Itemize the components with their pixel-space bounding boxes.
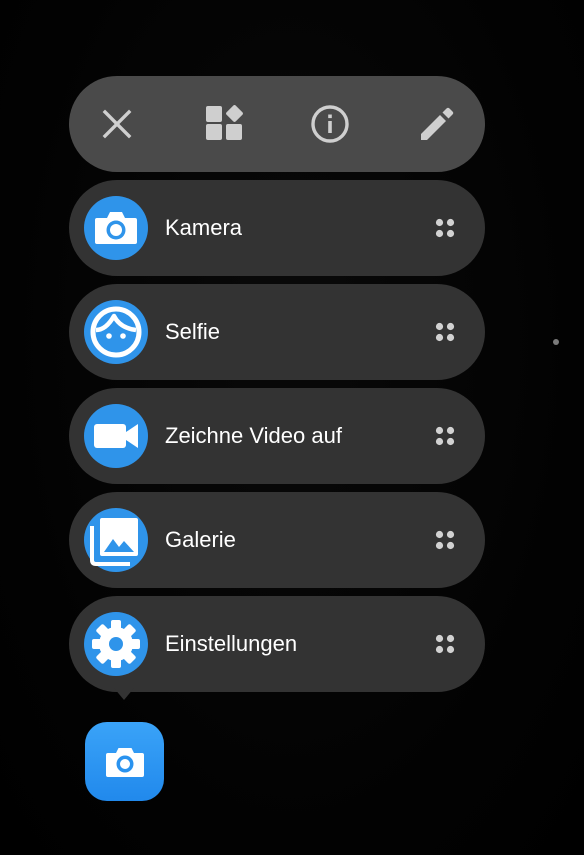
shortcut-item-selfie[interactable]: Selfie bbox=[69, 284, 485, 380]
widgets-icon bbox=[205, 105, 243, 140]
video-camera-icon bbox=[84, 404, 148, 468]
gallery-icon bbox=[84, 508, 148, 572]
camera-app-icon[interactable] bbox=[85, 722, 164, 801]
drag-handle-icon[interactable] bbox=[433, 528, 457, 552]
camera-icon bbox=[84, 196, 148, 260]
shortcut-label: Einstellungen bbox=[165, 631, 298, 656]
edit-pencil-icon bbox=[420, 107, 454, 140]
shortcut-menu-toolbar bbox=[69, 76, 485, 172]
close-icon bbox=[102, 109, 132, 139]
shortcut-item-einstellungen[interactable]: Einstellungen bbox=[69, 596, 485, 692]
info-icon bbox=[311, 105, 350, 143]
settings-gear-icon bbox=[84, 612, 148, 676]
widgets-button[interactable] bbox=[202, 102, 246, 146]
shortcut-label: Selfie bbox=[165, 319, 221, 344]
shortcut-label: Zeichne Video auf bbox=[165, 423, 342, 448]
shortcut-item-video[interactable]: Zeichne Video auf bbox=[69, 388, 485, 484]
shortcut-label: Kamera bbox=[165, 215, 243, 240]
app-info-button[interactable] bbox=[308, 102, 352, 146]
shortcut-item-kamera[interactable]: Kamera bbox=[69, 180, 485, 276]
drag-handle-icon[interactable] bbox=[433, 320, 457, 344]
shortcut-label: Galerie bbox=[165, 527, 236, 552]
wallpaper-speck bbox=[553, 339, 559, 345]
shortcut-item-galerie[interactable]: Galerie bbox=[69, 492, 485, 588]
edit-button[interactable] bbox=[415, 102, 459, 146]
drag-handle-icon[interactable] bbox=[433, 632, 457, 656]
drag-handle-icon[interactable] bbox=[433, 424, 457, 448]
close-button[interactable] bbox=[95, 102, 139, 146]
menu-pointer-arrow bbox=[114, 688, 134, 700]
selfie-face-icon bbox=[84, 300, 148, 364]
home-screen: Kamera Selfie Zeichne Video auf Galerie … bbox=[0, 0, 584, 855]
drag-handle-icon[interactable] bbox=[433, 216, 457, 240]
